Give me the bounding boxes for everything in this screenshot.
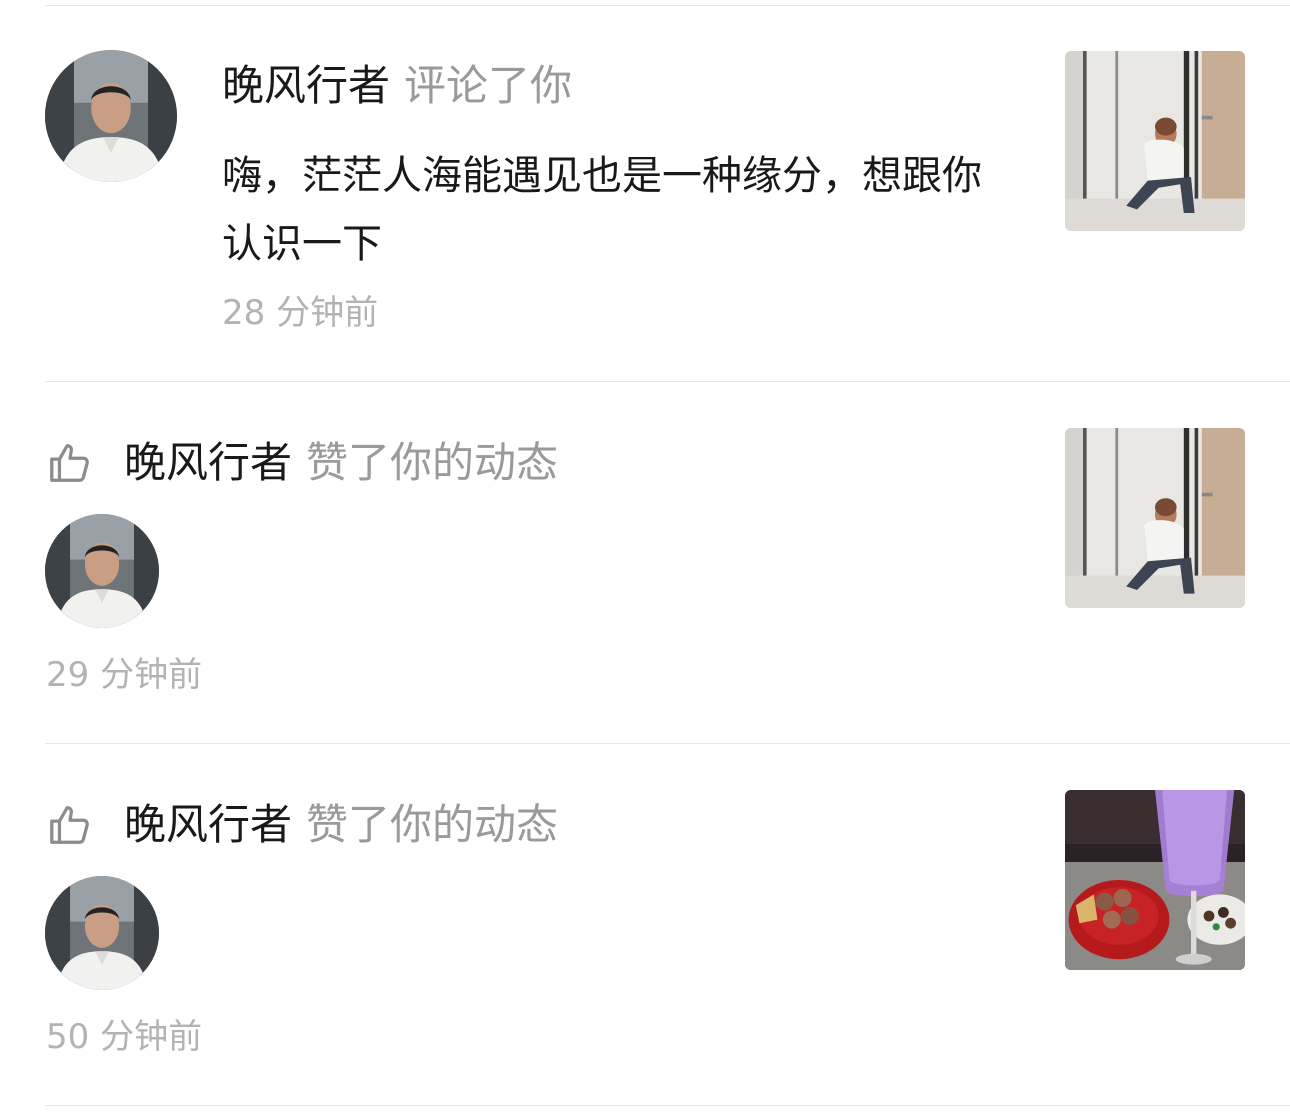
post-thumbnail[interactable]: [1065, 51, 1245, 231]
avatar-man-photo-icon: [45, 514, 159, 628]
photo-purple-drink-food-icon: [1065, 790, 1245, 970]
action-text: 赞了你的动态: [306, 438, 559, 487]
action-text: 赞了你的动态: [306, 800, 559, 849]
timestamp: 29 分钟前: [46, 655, 203, 695]
post-thumbnail[interactable]: [1065, 428, 1245, 608]
photo-woman-sitting-mirror-icon: [1065, 428, 1245, 608]
notification-header: 晚风行者 赞了你的动态: [124, 804, 558, 846]
photo-woman-sitting-mirror-icon: [1065, 51, 1245, 231]
post-thumbnail[interactable]: [1065, 790, 1245, 970]
username-link[interactable]: 晚风行者: [222, 61, 390, 110]
timestamp: 50 分钟前: [46, 1017, 203, 1057]
divider: [45, 743, 1290, 744]
notification-header: 晚风行者 赞了你的动态: [124, 442, 558, 484]
divider: [45, 381, 1290, 382]
username-link[interactable]: 晚风行者: [124, 800, 292, 849]
avatar[interactable]: [45, 514, 159, 628]
divider: [45, 1105, 1290, 1106]
avatar[interactable]: [45, 876, 159, 990]
notification-header: 晚风行者 评论了你: [222, 65, 572, 107]
comment-text: 嗨，茫茫人海能遇见也是一种缘分，想跟你认识一下: [222, 153, 982, 267]
avatar-man-photo-icon: [45, 876, 159, 990]
top-divider: [45, 5, 1290, 6]
username-link[interactable]: 晚风行者: [124, 438, 292, 487]
timestamp: 28 分钟前: [222, 293, 379, 333]
thumbs-up-icon: [50, 444, 89, 482]
avatar[interactable]: [45, 50, 177, 182]
action-text: 评论了你: [404, 61, 573, 110]
avatar-man-photo-icon: [45, 50, 177, 182]
thumbs-up-icon: [50, 806, 89, 844]
